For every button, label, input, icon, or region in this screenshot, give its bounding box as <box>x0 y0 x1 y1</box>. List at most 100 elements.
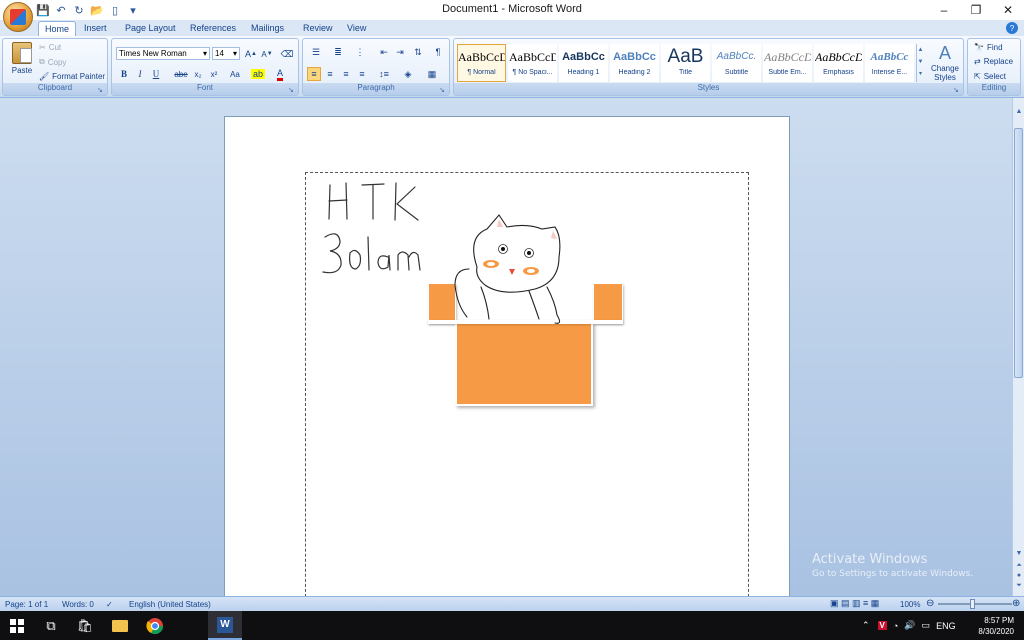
style-normal[interactable]: AaBbCcDc ¶ Normal <box>457 44 506 82</box>
select-button[interactable]: ⇱ Select <box>974 72 1006 81</box>
change-styles-button[interactable]: A Change Styles <box>926 42 964 84</box>
scroll-down-icon[interactable]: ▼ <box>1013 550 1024 560</box>
bold-button[interactable]: B <box>118 67 130 81</box>
tab-view[interactable]: View <box>341 21 372 36</box>
language-indicator[interactable]: English (United States) <box>129 600 211 609</box>
style-intense-emphasis[interactable]: AaBbCc Intense E... <box>865 44 914 82</box>
clipboard-launcher-icon[interactable]: ↘ <box>97 86 105 94</box>
shrink-font-button[interactable]: A ▼ <box>260 47 274 61</box>
numbering-button[interactable]: ≣ <box>329 45 347 59</box>
shading-button[interactable]: ◈ <box>399 67 417 81</box>
volume-icon[interactable]: 🔊 <box>904 620 915 631</box>
scroll-up-icon[interactable]: ▲ <box>1013 108 1024 118</box>
office-button[interactable] <box>3 2 33 32</box>
vertical-scrollbar[interactable]: ▲ ▼ ⏶ ● ⏷ <box>1012 98 1024 596</box>
select-browse-icon[interactable]: ● <box>1013 572 1024 582</box>
subscript-button[interactable]: x₂ <box>192 67 204 81</box>
document-page[interactable] <box>224 116 790 596</box>
wifi-icon[interactable]: ◔ <box>893 621 898 631</box>
strikethrough-button[interactable]: abe <box>172 67 190 81</box>
font-color-button[interactable]: A <box>272 67 288 81</box>
page-count[interactable]: Page: 1 of 1 <box>5 600 48 609</box>
zoom-in-icon[interactable]: ⊕ <box>1012 598 1020 609</box>
tab-mailings[interactable]: Mailings <box>245 21 290 36</box>
font-launcher-icon[interactable]: ↘ <box>288 86 296 94</box>
orange-box[interactable] <box>455 322 593 406</box>
minimize-button[interactable]: – <box>928 0 960 20</box>
align-right-button[interactable]: ≡ <box>339 67 353 81</box>
sort-button[interactable]: ⇅ <box>411 45 425 59</box>
align-center-button[interactable]: ≡ <box>323 67 337 81</box>
style-heading-2[interactable]: AaBbCc Heading 2 <box>610 44 659 82</box>
styles-launcher-icon[interactable]: ↘ <box>953 86 961 94</box>
view-buttons[interactable]: ▣ ▤ ▥ ≡ ▦ <box>830 598 879 609</box>
start-button[interactable] <box>0 611 34 640</box>
style-emphasis[interactable]: AaBbCcDc Emphasis <box>814 44 863 82</box>
borders-button[interactable]: ▦ <box>423 67 441 81</box>
find-button[interactable]: 🔭 Find <box>974 43 1003 52</box>
tab-page-layout[interactable]: Page Layout <box>119 21 182 36</box>
style-heading-1[interactable]: AaBbCc Heading 1 <box>559 44 608 82</box>
tab-insert[interactable]: Insert <box>78 21 113 36</box>
paragraph-launcher-icon[interactable]: ↘ <box>439 86 447 94</box>
superscript-button[interactable]: x² <box>208 67 220 81</box>
next-page-icon[interactable]: ⏷ <box>1013 582 1024 592</box>
grow-font-button[interactable]: A ▲ <box>244 47 258 61</box>
tab-review[interactable]: Review <box>297 21 339 36</box>
close-button[interactable]: ✕ <box>992 0 1024 20</box>
decrease-indent-button[interactable]: ⇤ <box>377 45 391 59</box>
replace-button[interactable]: ⇄ Replace <box>974 57 1013 66</box>
help-icon[interactable]: ? <box>1006 22 1018 34</box>
format-painter-button[interactable]: 🖌 Format Painter <box>39 72 105 81</box>
zoom-level[interactable]: 100% <box>900 600 920 609</box>
previous-page-icon[interactable]: ⏶ <box>1013 562 1024 572</box>
show-marks-button[interactable]: ¶ <box>431 45 445 59</box>
paste-button[interactable]: Paste <box>8 42 36 84</box>
orange-right-paw-box[interactable] <box>593 283 623 323</box>
zoom-slider-thumb[interactable] <box>970 599 975 609</box>
scrollbar-thumb[interactable] <box>1014 128 1023 378</box>
font-family-select[interactable]: Times New Roman ▾ <box>116 47 210 60</box>
align-left-button[interactable]: ≡ <box>307 67 321 81</box>
cursor-icon: ⇱ <box>974 72 981 81</box>
store-button[interactable]: 🛍 <box>68 611 102 640</box>
styles-scroll[interactable]: ▲ ▼ ▾ <box>916 44 924 82</box>
chrome-button[interactable] <box>138 611 172 640</box>
bullets-button[interactable]: ☰ <box>307 45 325 59</box>
style-title[interactable]: AaB Title <box>661 44 710 82</box>
increase-indent-button[interactable]: ⇥ <box>393 45 407 59</box>
notification-icon[interactable]: ▭ <box>922 620 931 631</box>
word-count[interactable]: Words: 0 <box>62 600 94 609</box>
file-explorer-button[interactable] <box>103 611 137 640</box>
line-spacing-icon: ↕≡ <box>379 69 389 79</box>
style-subtle-emphasis[interactable]: AaBbCcDc Subtle Em... <box>763 44 812 82</box>
font-size-select[interactable]: 14 ▾ <box>212 47 240 60</box>
style-subtitle[interactable]: AaBbCc. Subtitle <box>712 44 761 82</box>
numbered-list-icon: ≣ <box>334 46 342 57</box>
line-spacing-button[interactable]: ↕≡ <box>375 67 393 81</box>
clock[interactable]: 8:57 PM 8/30/2020 <box>978 615 1014 637</box>
word-taskbar-button[interactable]: W <box>208 611 242 640</box>
zoom-out-icon[interactable]: ⊖ <box>926 598 934 609</box>
cat-drawing <box>454 214 561 324</box>
underline-button[interactable]: U <box>150 67 162 81</box>
justify-button[interactable]: ≡ <box>355 67 369 81</box>
chevron-up-icon[interactable]: ⌃ <box>862 620 870 631</box>
change-case-button[interactable]: Aa <box>226 67 244 81</box>
tab-home[interactable]: Home <box>38 21 77 36</box>
highlight-button[interactable]: ab <box>250 67 266 81</box>
clear-formatting-button[interactable]: ⌫ <box>280 47 294 61</box>
zoom-slider[interactable] <box>938 603 1012 605</box>
multilevel-list-button[interactable]: ⋮ <box>351 45 369 59</box>
style-no-spacing[interactable]: AaBbCcDc ¶ No Spaci... <box>508 44 557 82</box>
tab-references[interactable]: References <box>184 21 242 36</box>
copy-button[interactable]: ⧉ Copy <box>39 57 66 67</box>
antivirus-icon[interactable]: V <box>877 621 887 630</box>
cut-button[interactable]: ✂ Cut <box>39 43 61 52</box>
font-color-icon: A <box>276 68 283 81</box>
task-view-button[interactable]: ⧉ <box>34 611 68 640</box>
proofing-icon[interactable]: ✓ <box>106 600 113 609</box>
input-language[interactable]: ENG <box>936 621 956 631</box>
italic-button[interactable]: I <box>134 67 146 81</box>
maximize-button[interactable]: ❐ <box>960 0 992 20</box>
